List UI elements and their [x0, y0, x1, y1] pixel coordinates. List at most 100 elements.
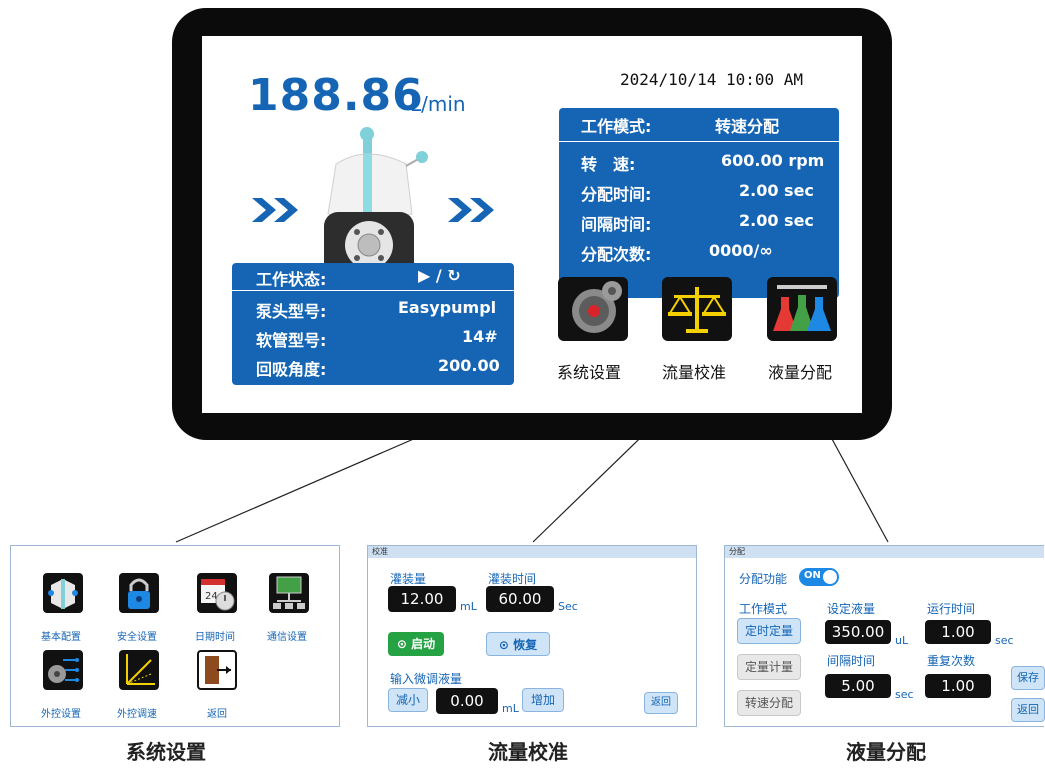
- mode-row-dispense-time: 分配时间: 2.00 sec: [559, 176, 839, 206]
- fine-adjust-label: 输入微调液量: [390, 672, 463, 686]
- label-communication[interactable]: 通信设置: [267, 628, 307, 643]
- run-time-unit: sec: [995, 634, 1014, 647]
- tile-external-speed[interactable]: [119, 650, 159, 690]
- caption-dispense: 液量分配: [846, 740, 926, 764]
- save-button[interactable]: 保存: [1011, 666, 1045, 690]
- dispense-toggle[interactable]: ON: [799, 568, 839, 586]
- calendar-clock-icon: 24: [201, 579, 235, 611]
- status-row-pump-head: 泵头型号: Easypumpl: [232, 293, 514, 322]
- menu-liquid-dispense[interactable]: [767, 277, 837, 341]
- dispense-screen: 分配 分配功能 ON 工作模式 定时定量 定量计量 转速分配 设定液量 350.…: [724, 545, 1045, 727]
- label-basic-config[interactable]: 基本配置: [41, 628, 81, 643]
- fill-time-label: 灌装时间: [488, 572, 537, 586]
- gear-icon: [572, 281, 622, 333]
- menu-label-system-settings[interactable]: 系统设置: [557, 359, 621, 383]
- row-label: 分配时间:: [581, 185, 652, 204]
- tile-communication[interactable]: [269, 573, 309, 613]
- flow-in-arrows-icon: [252, 198, 298, 222]
- menu-system-settings[interactable]: [558, 277, 628, 341]
- tile-external-control[interactable]: [43, 650, 83, 690]
- set-volume-input[interactable]: 350.00: [825, 620, 891, 644]
- exit-door-icon: [205, 656, 231, 684]
- row-label: 分配次数:: [581, 245, 652, 264]
- menu-label-flow-calibration[interactable]: 流量校准: [662, 359, 726, 383]
- play-circle-icon: ⊙: [396, 637, 407, 651]
- toggle-label: ON: [804, 570, 821, 581]
- mode-panel: 工作模式: 转速分配 转 速: 600.00 rpm 分配时间: 2.00 se…: [559, 108, 839, 298]
- row-value: 200.00: [438, 356, 500, 375]
- tile-back[interactable]: [197, 650, 237, 690]
- row-value: 600.00 rpm: [721, 151, 825, 170]
- row-label: 泵头型号:: [256, 302, 327, 321]
- restore-circle-icon: ⊙: [498, 638, 509, 652]
- menu-flow-calibration[interactable]: [662, 277, 732, 341]
- adjust-unit: mL: [502, 702, 519, 715]
- row-label: 间隔时间:: [581, 215, 652, 234]
- repeat-input[interactable]: 1.00: [925, 674, 991, 698]
- restore-label: 恢复: [513, 638, 538, 652]
- external-control-icon: [48, 658, 79, 683]
- set-volume-label: 设定液量: [827, 602, 876, 616]
- status-row-work-state: 工作状态: ▶ / ↻: [232, 263, 514, 291]
- status-panel: 工作状态: ▶ / ↻ 泵头型号: Easypumpl 软管型号: 14# 回吸…: [232, 263, 514, 385]
- run-time-input[interactable]: 1.00: [925, 620, 991, 644]
- start-label: 启动: [411, 637, 436, 651]
- fill-time-input[interactable]: 60.00: [486, 586, 554, 612]
- row-label: 软管型号:: [256, 331, 327, 350]
- restore-button[interactable]: ⊙ 恢复: [486, 632, 550, 656]
- status-row-tube-model: 软管型号: 14#: [232, 322, 514, 351]
- menu-label-liquid-dispense[interactable]: 液量分配: [768, 359, 832, 383]
- flask-icon: [773, 285, 831, 331]
- mode-row-interval-time: 间隔时间: 2.00 sec: [559, 206, 839, 236]
- device-frame: 188.86 L/min 2024/10/14 10:00 AM 工作模式: 转…: [172, 8, 892, 440]
- network-icon: [273, 576, 305, 609]
- toggle-knob: [823, 570, 837, 584]
- decrease-button[interactable]: 减小: [388, 688, 428, 712]
- interval-input[interactable]: 5.00: [825, 674, 891, 698]
- caption-system-settings: 系统设置: [126, 740, 206, 764]
- run-time-label: 运行时间: [927, 602, 976, 616]
- label-security[interactable]: 安全设置: [117, 628, 157, 643]
- mode-timed-button[interactable]: 定时定量: [737, 618, 801, 644]
- system-settings-screen: 基本配置 安全设置 24 日期时间 通信设置 外控设置 外控调速 返回: [10, 545, 340, 727]
- fill-time-unit: Sec: [558, 600, 578, 613]
- datetime: 2024/10/14 10:00 AM: [620, 70, 804, 89]
- fill-volume-label: 灌装量: [390, 572, 427, 586]
- label-datetime[interactable]: 日期时间: [195, 628, 235, 643]
- flow-value: 188.86: [248, 70, 424, 121]
- interval-unit: sec: [895, 688, 914, 701]
- repeat-label: 重复次数: [927, 654, 976, 668]
- dispense-title: 分配: [725, 546, 1044, 558]
- app-root: 188.86 L/min 2024/10/14 10:00 AM 工作模式: 转…: [0, 0, 1045, 769]
- mode-row-speed: 转 速: 600.00 rpm: [559, 146, 839, 176]
- mode-row-dispense-count: 分配次数: 0000/∞: [559, 236, 839, 266]
- caption-calibration: 流量校准: [488, 740, 568, 764]
- tile-basic-config[interactable]: [43, 573, 83, 613]
- adjust-value-input[interactable]: 0.00: [436, 688, 498, 714]
- label-external-control[interactable]: 外控设置: [41, 705, 81, 720]
- back-button[interactable]: 返回: [1011, 698, 1045, 722]
- row-label: 回吸角度:: [256, 360, 327, 379]
- pump-config-icon: [48, 579, 78, 609]
- set-volume-unit: uL: [895, 634, 909, 647]
- tile-security[interactable]: [119, 573, 159, 613]
- speed-graph-icon: [126, 654, 155, 685]
- work-mode-label: 工作模式: [739, 602, 788, 616]
- label-back[interactable]: 返回: [207, 705, 227, 720]
- interval-label: 间隔时间: [827, 654, 876, 668]
- row-value: 2.00 sec: [739, 211, 814, 230]
- label-external-speed[interactable]: 外控调速: [117, 705, 157, 720]
- flow-unit: L/min: [410, 92, 466, 116]
- mode-row-work-mode: 工作模式: 转速分配: [559, 108, 839, 142]
- fill-volume-input[interactable]: 12.00: [388, 586, 456, 612]
- row-label: 工作模式:: [581, 117, 652, 136]
- mode-speed-button[interactable]: 转速分配: [737, 690, 801, 716]
- back-button[interactable]: 返回: [644, 692, 678, 714]
- tile-datetime[interactable]: 24: [197, 573, 237, 613]
- play-refresh-icon[interactable]: ▶ / ↻: [418, 266, 461, 285]
- dispense-function-label: 分配功能: [739, 572, 788, 586]
- start-button[interactable]: ⊙ 启动: [388, 632, 444, 656]
- fill-volume-unit: mL: [460, 600, 477, 613]
- mode-metered-button[interactable]: 定量计量: [737, 654, 801, 680]
- increase-button[interactable]: 增加: [522, 688, 564, 712]
